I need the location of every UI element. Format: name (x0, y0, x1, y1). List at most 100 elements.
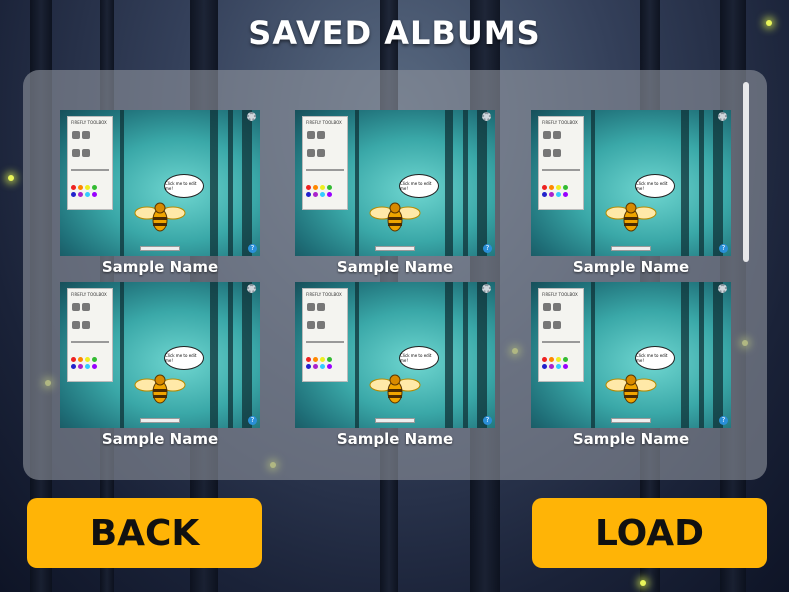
gear-icon (482, 284, 491, 293)
toolbox-panel: FIREFLY TOOLBOX (538, 116, 584, 210)
timeline-slider (140, 418, 180, 423)
toolbox-panel: FIREFLY TOOLBOX (302, 116, 348, 210)
color-swatch (92, 364, 97, 369)
body-shape-icon (553, 149, 561, 157)
color-swatch (71, 364, 76, 369)
body-shape-icon (553, 321, 561, 329)
album-card[interactable]: FIREFLY TOOLBOX Click me to edit me! ? S… (295, 110, 495, 276)
color-swatch (85, 192, 90, 197)
album-thumbnail[interactable]: FIREFLY TOOLBOX Click me to edit me! ? (295, 110, 495, 256)
album-card[interactable]: FIREFLY TOOLBOX Click me to edit me! ? S… (60, 110, 260, 276)
wing-slider (306, 169, 344, 171)
head-shape-icon (317, 131, 325, 139)
bee-icon (605, 374, 657, 404)
head-shape-icon (82, 303, 90, 311)
album-name: Sample Name (336, 258, 454, 276)
color-swatch (313, 185, 318, 190)
toolbox-title: FIREFLY TOOLBOX (542, 120, 578, 125)
album-name: Sample Name (572, 430, 690, 448)
color-swatch (85, 357, 90, 362)
album-thumbnail[interactable]: FIREFLY TOOLBOX Click me to edit me! ? (60, 282, 260, 428)
gear-icon (718, 284, 727, 293)
color-swatch (320, 192, 325, 197)
album-card[interactable]: FIREFLY TOOLBOX Click me to edit me! ? S… (531, 282, 731, 448)
body-shape-icon (82, 321, 90, 329)
head-shape-icon (72, 131, 80, 139)
help-icon: ? (248, 244, 257, 253)
load-button[interactable]: LOAD (532, 498, 767, 568)
color-swatch (563, 364, 568, 369)
color-swatch (556, 357, 561, 362)
wing-slider (542, 169, 580, 171)
color-swatch (320, 357, 325, 362)
album-thumbnail[interactable]: FIREFLY TOOLBOX Click me to edit me! ? (60, 110, 260, 256)
color-swatch (306, 192, 311, 197)
head-shape-icon (82, 131, 90, 139)
body-shape-icon (543, 321, 551, 329)
color-swatch (542, 364, 547, 369)
album-name: Sample Name (336, 430, 454, 448)
bee-icon (605, 202, 657, 232)
toolbox-title: FIREFLY TOOLBOX (71, 120, 107, 125)
color-swatch (563, 185, 568, 190)
bee-icon (134, 374, 186, 404)
speech-bubble: Click me to edit me! (164, 346, 204, 370)
color-swatch (549, 192, 554, 197)
album-thumbnail[interactable]: FIREFLY TOOLBOX Click me to edit me! ? (531, 282, 731, 428)
toolbox-panel: FIREFLY TOOLBOX (538, 288, 584, 382)
head-shape-icon (543, 131, 551, 139)
album-thumbnail[interactable]: FIREFLY TOOLBOX Click me to edit me! ? (295, 282, 495, 428)
timeline-slider (611, 246, 651, 251)
color-swatch (92, 192, 97, 197)
album-card[interactable]: FIREFLY TOOLBOX Click me to edit me! ? S… (531, 110, 731, 276)
color-swatch (556, 185, 561, 190)
head-shape-icon (553, 303, 561, 311)
color-swatch (556, 364, 561, 369)
bee-icon (134, 202, 186, 232)
color-swatch (71, 357, 76, 362)
color-swatch (313, 364, 318, 369)
body-shape-icon (307, 149, 315, 157)
toolbox-panel: FIREFLY TOOLBOX (67, 116, 113, 210)
color-swatch (563, 192, 568, 197)
wing-slider (71, 169, 109, 171)
timeline-slider (611, 418, 651, 423)
color-swatch (78, 192, 83, 197)
head-shape-icon (72, 303, 80, 311)
scrollbar[interactable] (743, 82, 749, 262)
color-swatch (78, 364, 83, 369)
color-swatch (306, 185, 311, 190)
color-swatch (92, 185, 97, 190)
album-card[interactable]: FIREFLY TOOLBOX Click me to edit me! ? S… (295, 282, 495, 448)
toolbox-panel: FIREFLY TOOLBOX (67, 288, 113, 382)
bee-icon (369, 374, 421, 404)
color-swatch (556, 192, 561, 197)
timeline-slider (375, 418, 415, 423)
color-swatch (327, 357, 332, 362)
album-name: Sample Name (101, 258, 219, 276)
head-shape-icon (543, 303, 551, 311)
speech-bubble: Click me to edit me! (399, 174, 439, 198)
gear-icon (247, 112, 256, 121)
album-thumbnail[interactable]: FIREFLY TOOLBOX Click me to edit me! ? (531, 110, 731, 256)
color-swatch (306, 364, 311, 369)
wing-slider (542, 341, 580, 343)
help-icon: ? (483, 416, 492, 425)
color-swatch (327, 185, 332, 190)
color-swatch (78, 357, 83, 362)
color-swatch (320, 364, 325, 369)
color-swatch (549, 364, 554, 369)
color-swatch (542, 185, 547, 190)
back-button[interactable]: BACK (27, 498, 262, 568)
body-shape-icon (72, 149, 80, 157)
album-name: Sample Name (572, 258, 690, 276)
help-icon: ? (719, 416, 728, 425)
speech-bubble: Click me to edit me! (399, 346, 439, 370)
wing-slider (71, 341, 109, 343)
album-card[interactable]: FIREFLY TOOLBOX Click me to edit me! ? S… (60, 282, 260, 448)
album-name: Sample Name (101, 430, 219, 448)
body-shape-icon (307, 321, 315, 329)
color-swatch (85, 364, 90, 369)
color-swatch (306, 357, 311, 362)
toolbox-title: FIREFLY TOOLBOX (306, 292, 342, 297)
